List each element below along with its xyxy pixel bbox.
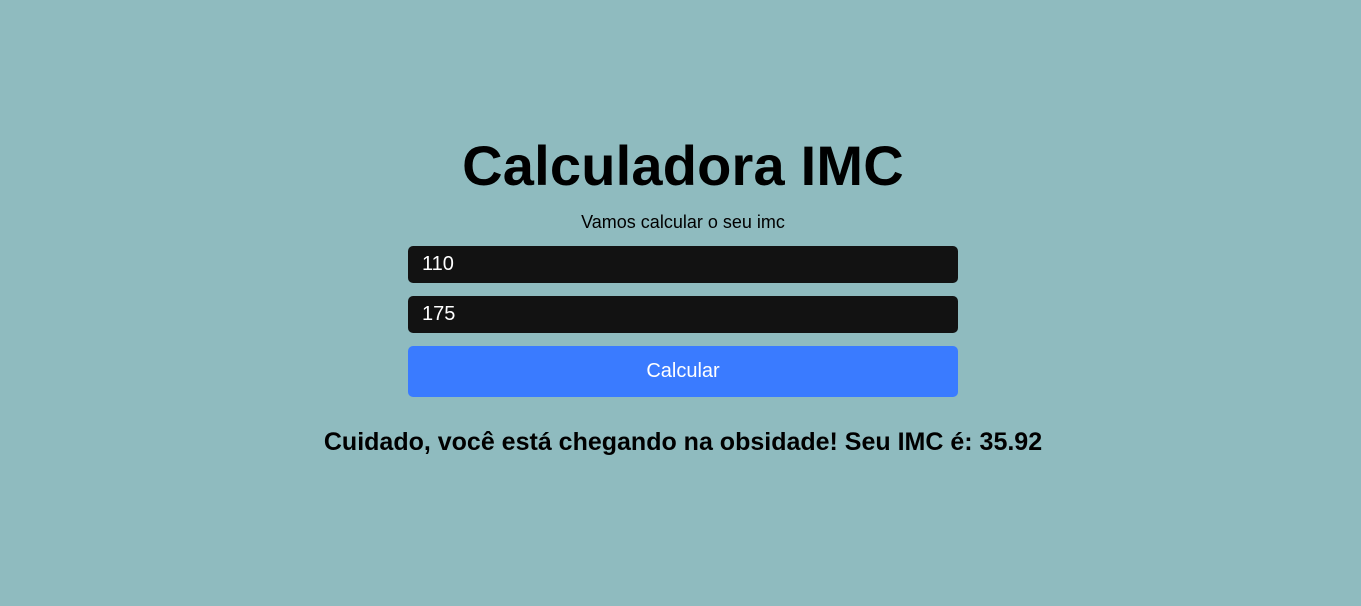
bmi-calculator-page: Calculadora IMC Vamos calcular o seu imc… [0,0,1361,606]
page-title: Calculadora IMC [462,134,904,197]
page-subtitle: Vamos calcular o seu imc [581,212,785,232]
height-input[interactable] [408,296,958,333]
bmi-result-message: Cuidado, você está chegando na obsidade!… [323,428,1043,456]
calculate-button[interactable]: Calcular [408,346,958,397]
weight-input[interactable] [408,246,958,283]
